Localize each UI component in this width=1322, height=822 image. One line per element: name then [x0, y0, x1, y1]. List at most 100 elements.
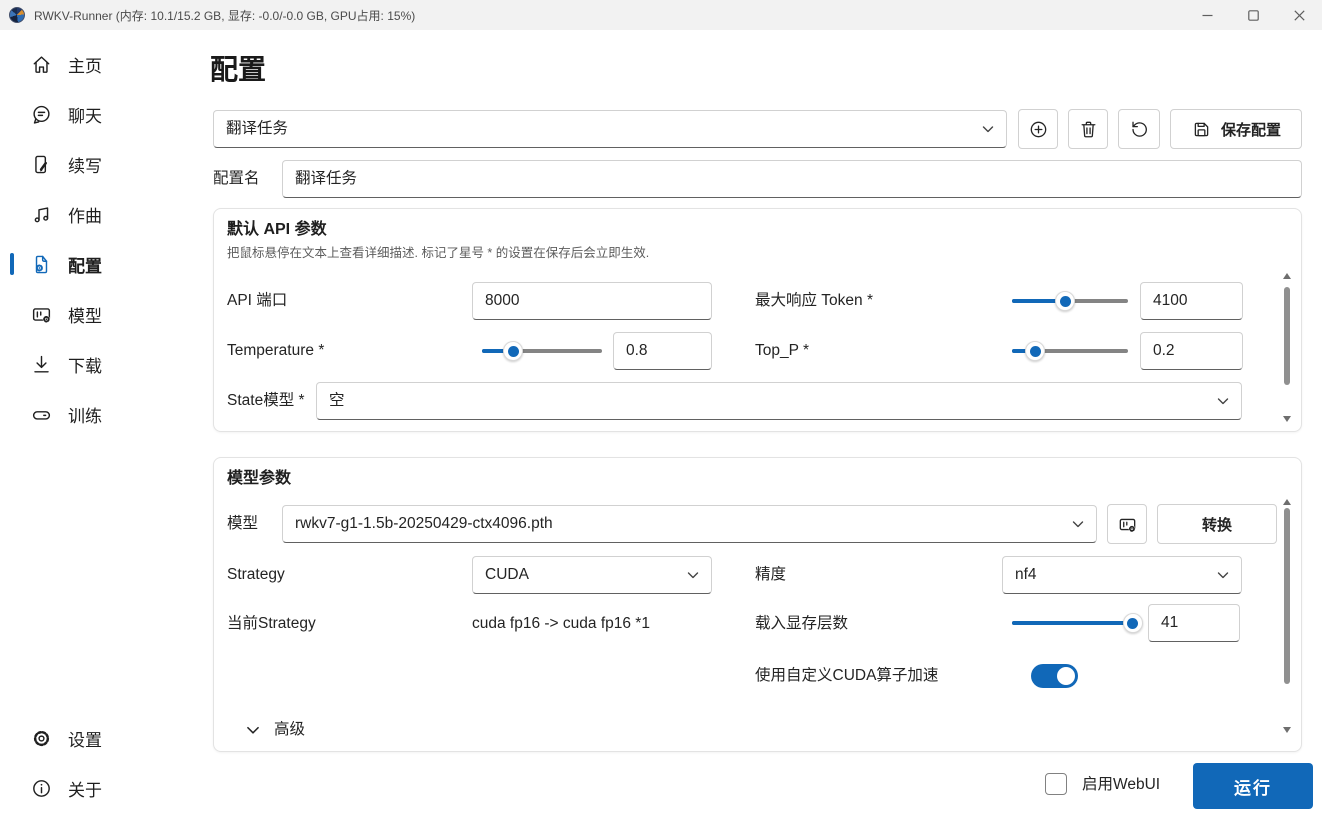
- api-port-label: API 端口: [227, 292, 288, 309]
- temperature-slider[interactable]: [482, 341, 602, 361]
- sidebar-item-settings[interactable]: 设置: [6, 718, 198, 758]
- top-p-slider[interactable]: [1012, 341, 1128, 361]
- sidebar-item-models[interactable]: 模型: [6, 294, 198, 334]
- current-strategy-label: 当前Strategy: [227, 615, 316, 632]
- state-model-combobox[interactable]: 空: [316, 382, 1242, 420]
- temperature-value: 0.8: [626, 342, 648, 359]
- advanced-expander[interactable]: [244, 721, 262, 739]
- sidebar-item-label: 聊天: [68, 106, 102, 126]
- train-icon: [32, 410, 51, 420]
- sidebar-item-about[interactable]: 关于: [6, 768, 198, 808]
- chevron-down-icon: [1217, 572, 1229, 579]
- save-icon: [1194, 122, 1209, 136]
- api-port-input[interactable]: 8000: [472, 282, 712, 320]
- top-p-label: Top_P *: [755, 342, 810, 359]
- sidebar-item-label: 配置: [68, 256, 102, 276]
- app-logo-icon: [9, 7, 25, 23]
- add-config-button[interactable]: [1018, 109, 1058, 149]
- api-params-title: 默认 API 参数: [227, 221, 327, 238]
- max-tokens-slider[interactable]: [1012, 291, 1128, 311]
- strategy-combobox[interactable]: CUDA: [472, 556, 712, 594]
- current-strategy-value: cuda fp16 -> cuda fp16 *1: [472, 615, 650, 632]
- chevron-down-icon: [247, 726, 259, 734]
- max-tokens-value: 4100: [1153, 292, 1188, 309]
- close-button[interactable]: [1276, 0, 1322, 30]
- max-tokens-input[interactable]: 4100: [1140, 282, 1243, 320]
- sidebar-item-downloads[interactable]: 下载: [6, 344, 198, 384]
- enable-webui-checkbox[interactable]: [1045, 773, 1067, 795]
- vram-layers-input[interactable]: 41: [1148, 604, 1240, 642]
- reset-undo-icon: [1131, 121, 1147, 137]
- convert-button[interactable]: 转换: [1157, 504, 1277, 544]
- trash-icon: [1081, 121, 1095, 137]
- run-label: 运行: [1234, 778, 1272, 798]
- sidebar-item-label: 模型: [68, 306, 102, 326]
- models-icon: [32, 307, 51, 323]
- chevron-down-icon: [982, 126, 994, 133]
- sidebar-item-chat[interactable]: 聊天: [6, 94, 198, 134]
- add-icon: [1030, 121, 1046, 137]
- run-button[interactable]: 运行: [1193, 763, 1313, 809]
- advanced-label[interactable]: 高级: [274, 720, 305, 740]
- delete-config-button[interactable]: [1068, 109, 1108, 149]
- config-name-value: 翻译任务: [295, 170, 358, 187]
- slider-thumb[interactable]: [1025, 341, 1046, 361]
- vram-layers-slider[interactable]: [1012, 613, 1143, 633]
- sidebar-item-completion[interactable]: 续写: [6, 144, 198, 184]
- sidebar-item-label: 主页: [68, 56, 102, 76]
- scroll-up-arrow[interactable]: [1283, 273, 1291, 279]
- models-icon: [1119, 518, 1135, 532]
- sidebar-item-composition[interactable]: 作曲: [6, 194, 198, 234]
- sidebar-item-configs[interactable]: 配置: [6, 244, 198, 284]
- sidebar-item-label: 续写: [68, 156, 102, 176]
- scroll-up-arrow[interactable]: [1283, 499, 1291, 505]
- reset-config-button[interactable]: [1118, 109, 1160, 149]
- maximize-icon: [1247, 9, 1259, 21]
- top-p-value: 0.2: [1153, 342, 1175, 359]
- about-icon: [33, 779, 50, 797]
- sidebar-item-train[interactable]: 训练: [6, 394, 198, 434]
- api-port-value: 8000: [485, 292, 520, 309]
- scrollbar-thumb[interactable]: [1284, 287, 1290, 385]
- slider-thumb[interactable]: [1055, 291, 1076, 311]
- minimize-button[interactable]: [1184, 0, 1230, 30]
- save-config-button[interactable]: 保存配置: [1170, 109, 1302, 149]
- precision-value: nf4: [1015, 566, 1037, 583]
- model-label: 模型: [227, 515, 259, 532]
- settings-icon: [33, 730, 50, 746]
- home-icon: [33, 55, 50, 73]
- sidebar-item-label: 作曲: [68, 206, 102, 226]
- toggle-knob: [1057, 667, 1075, 685]
- api-params-description: 把鼠标悬停在文本上查看详细描述. 标记了星号 * 的设置在保存后会立即生效.: [227, 246, 650, 260]
- sidebar-item-home[interactable]: 主页: [6, 44, 198, 84]
- scroll-down-arrow[interactable]: [1283, 416, 1291, 422]
- slider-thumb[interactable]: [503, 341, 524, 361]
- config-selector-combobox[interactable]: 翻译任务: [213, 110, 1007, 148]
- sidebar-item-label: 训练: [68, 406, 102, 426]
- slider-thumb[interactable]: [1122, 613, 1143, 633]
- model-combobox[interactable]: rwkv7-g1-1.5b-20250429-ctx4096.pth: [282, 505, 1097, 543]
- rwkv-runner-window: RWKV-Runner (内存: 10.1/15.2 GB, 显存: -0.0/…: [0, 0, 1322, 822]
- scroll-down-arrow[interactable]: [1283, 727, 1291, 733]
- manage-models-button[interactable]: [1107, 504, 1147, 544]
- window-title: RWKV-Runner (内存: 10.1/15.2 GB, 显存: -0.0/…: [34, 8, 416, 23]
- sidebar-item-label: 设置: [68, 730, 102, 750]
- scrollbar-thumb[interactable]: [1284, 508, 1290, 684]
- top-p-input[interactable]: 0.2: [1140, 332, 1243, 370]
- precision-combobox[interactable]: nf4: [1002, 556, 1242, 594]
- model-value: rwkv7-g1-1.5b-20250429-ctx4096.pth: [295, 515, 553, 532]
- temperature-input[interactable]: 0.8: [613, 332, 712, 370]
- config-name-input[interactable]: 翻译任务: [282, 160, 1302, 198]
- titlebar: RWKV-Runner (内存: 10.1/15.2 GB, 显存: -0.0/…: [0, 0, 1322, 30]
- download-icon: [34, 355, 49, 373]
- maximize-button[interactable]: [1230, 0, 1276, 30]
- minimize-icon: [1202, 14, 1212, 16]
- custom-cuda-toggle[interactable]: [1031, 664, 1078, 688]
- model-params-title: 模型参数: [227, 470, 292, 487]
- state-model-label: State模型 *: [227, 392, 305, 409]
- chevron-down-icon: [1217, 398, 1229, 405]
- convert-label: 转换: [1201, 516, 1232, 534]
- completion-icon: [35, 155, 47, 173]
- strategy-value: CUDA: [485, 566, 529, 583]
- vram-layers-label: 载入显存层数: [755, 615, 849, 632]
